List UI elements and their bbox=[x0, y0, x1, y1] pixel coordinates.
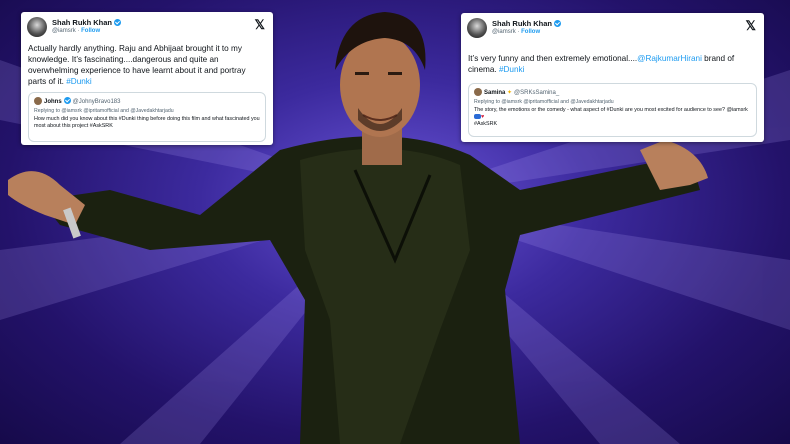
tweet-card-right: Shah Rukh Khan @iamsrk · Follow 𝕏 It’s v… bbox=[461, 13, 764, 142]
avatar[interactable] bbox=[467, 18, 487, 38]
separator-dot: · bbox=[77, 28, 80, 34]
sparkle-icon: ✦ bbox=[507, 90, 513, 96]
tweet-body: It’s very funny and then extremely emoti… bbox=[468, 54, 638, 63]
tweet-body: Actually hardly anything. Raju and Abhij… bbox=[28, 44, 246, 86]
quote-author: Johns bbox=[44, 99, 62, 105]
author-name[interactable]: Shah Rukh Khan bbox=[492, 19, 552, 28]
quoted-tweet[interactable]: Johns @JohnyBravo183 Replying to @iamsrk … bbox=[28, 92, 266, 142]
quote-avatar bbox=[474, 88, 482, 96]
verified-badge-icon bbox=[554, 20, 562, 27]
quote-avatar bbox=[34, 97, 42, 105]
hashtag-link[interactable]: #Dunki bbox=[66, 77, 92, 86]
verified-badge-icon bbox=[114, 19, 122, 26]
heart-icon: ♥ bbox=[481, 114, 485, 120]
follow-button[interactable]: Follow bbox=[521, 29, 540, 35]
separator-dot: · bbox=[517, 29, 520, 35]
author-handle[interactable]: @iamsrk bbox=[52, 28, 76, 34]
author-name[interactable]: Shah Rukh Khan bbox=[52, 18, 112, 27]
emoji-icon bbox=[474, 114, 481, 119]
verified-badge-icon bbox=[63, 97, 71, 104]
tweet-text: Actually hardly anything. Raju and Abhij… bbox=[28, 43, 266, 87]
quote-text: How much did you know about this #Dunki … bbox=[34, 116, 260, 129]
quote-text-block: The story, the emotions or the comedy - … bbox=[474, 107, 751, 128]
quoted-tweet[interactable]: Samina ✦ @SRKsSamina_ Replying to @iamsrk… bbox=[468, 83, 757, 137]
tweet-text: It’s very funny and then extremely emoti… bbox=[468, 53, 757, 75]
replying-to: Replying to @iamsrk @ipritamofficial and… bbox=[34, 108, 174, 114]
x-logo-icon[interactable]: 𝕏 bbox=[746, 19, 756, 32]
quote-handle: @JohnyBravo183 bbox=[72, 99, 121, 105]
tweet-header: Shah Rukh Khan @iamsrk · Follow 𝕏 bbox=[27, 17, 267, 39]
hashtag-link[interactable]: #Dunki bbox=[499, 65, 525, 74]
mention-link[interactable]: @RajkumarHirani bbox=[637, 54, 702, 63]
quote-author: Samina bbox=[484, 90, 506, 96]
quote-tag: #AskSRK bbox=[474, 121, 498, 127]
replying-to: Replying to @iamsrk @ipritamofficial and… bbox=[474, 99, 614, 105]
author-handle[interactable]: @iamsrk bbox=[492, 29, 516, 35]
tweet-header: Shah Rukh Khan @iamsrk · Follow 𝕏 bbox=[467, 18, 758, 40]
tweet-card-left: Shah Rukh Khan @iamsrk · Follow 𝕏 Actual… bbox=[21, 12, 273, 145]
x-logo-icon[interactable]: 𝕏 bbox=[255, 18, 265, 31]
quote-text: The story, the emotions or the comedy - … bbox=[474, 107, 748, 113]
avatar[interactable] bbox=[27, 17, 47, 37]
follow-button[interactable]: Follow bbox=[81, 28, 100, 34]
quote-handle: @SRKsSamina_ bbox=[514, 90, 560, 96]
